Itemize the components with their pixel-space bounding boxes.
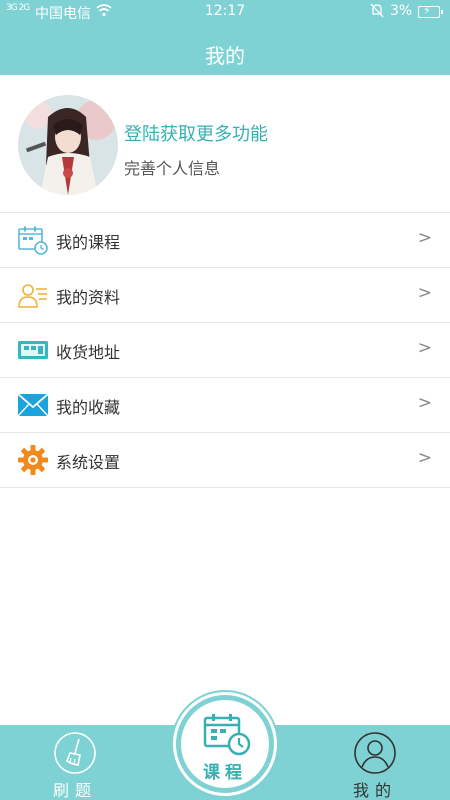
menu-item-label: 我的课程 <box>56 233 121 252</box>
tab-courses[interactable]: 课程 <box>173 692 277 796</box>
top-bar: 3G 2G 中国电信 12:17 3% ⚡ 我的 <box>0 0 450 75</box>
calendar-clock-icon <box>18 225 48 255</box>
chevron-right-icon: > <box>417 393 432 413</box>
login-prompt[interactable]: 登陆获取更多功能 <box>124 120 268 146</box>
battery-icon: ⚡ <box>418 4 443 18</box>
profile-card-icon <box>18 280 48 310</box>
chevron-right-icon: > <box>417 338 432 358</box>
complete-info-link[interactable]: 完善个人信息 <box>124 155 220 179</box>
gear-icon <box>18 445 48 475</box>
address-icon <box>18 335 48 365</box>
tab-practice[interactable]: 刷题 <box>30 725 120 800</box>
menu-item-system-settings[interactable]: 系统设置 > <box>0 433 450 488</box>
tab-courses-circle: 课程 <box>181 700 269 788</box>
page-title: 我的 <box>205 44 245 68</box>
menu-item-my-courses[interactable]: 我的课程 > <box>0 213 450 268</box>
profile-card[interactable]: 登陆获取更多功能 完善个人信息 <box>0 75 450 213</box>
avatar[interactable] <box>18 95 118 195</box>
tab-mine[interactable]: 我的 <box>330 725 420 800</box>
brush-icon <box>53 731 97 775</box>
menu-item-label: 我的资料 <box>56 288 121 307</box>
status-bar: 3G 2G 中国电信 12:17 3% ⚡ <box>0 0 450 24</box>
silent-bell-icon <box>370 3 384 22</box>
menu-item-label: 系统设置 <box>56 453 121 472</box>
menu-list: 我的课程 > 我的资料 > 收货地址 > 我的收藏 > 系统设置 > <box>0 213 450 488</box>
menu-item-shipping-address[interactable]: 收货地址 > <box>0 323 450 378</box>
menu-item-my-favorites[interactable]: 我的收藏 > <box>0 378 450 433</box>
menu-item-my-profile[interactable]: 我的资料 > <box>0 268 450 323</box>
calendar-clock-icon <box>203 712 251 756</box>
envelope-icon <box>17 390 49 420</box>
menu-item-label: 收货地址 <box>56 343 121 362</box>
menu-item-label: 我的收藏 <box>56 398 121 417</box>
user-icon <box>353 731 397 775</box>
tab-label: 刷题 <box>52 781 97 800</box>
tab-label: 我的 <box>352 781 397 800</box>
battery-percent: 3% <box>390 3 413 19</box>
tab-label: 课程 <box>203 763 247 783</box>
chevron-right-icon: > <box>417 283 432 303</box>
chevron-right-icon: > <box>417 448 432 468</box>
chevron-right-icon: > <box>417 228 432 248</box>
